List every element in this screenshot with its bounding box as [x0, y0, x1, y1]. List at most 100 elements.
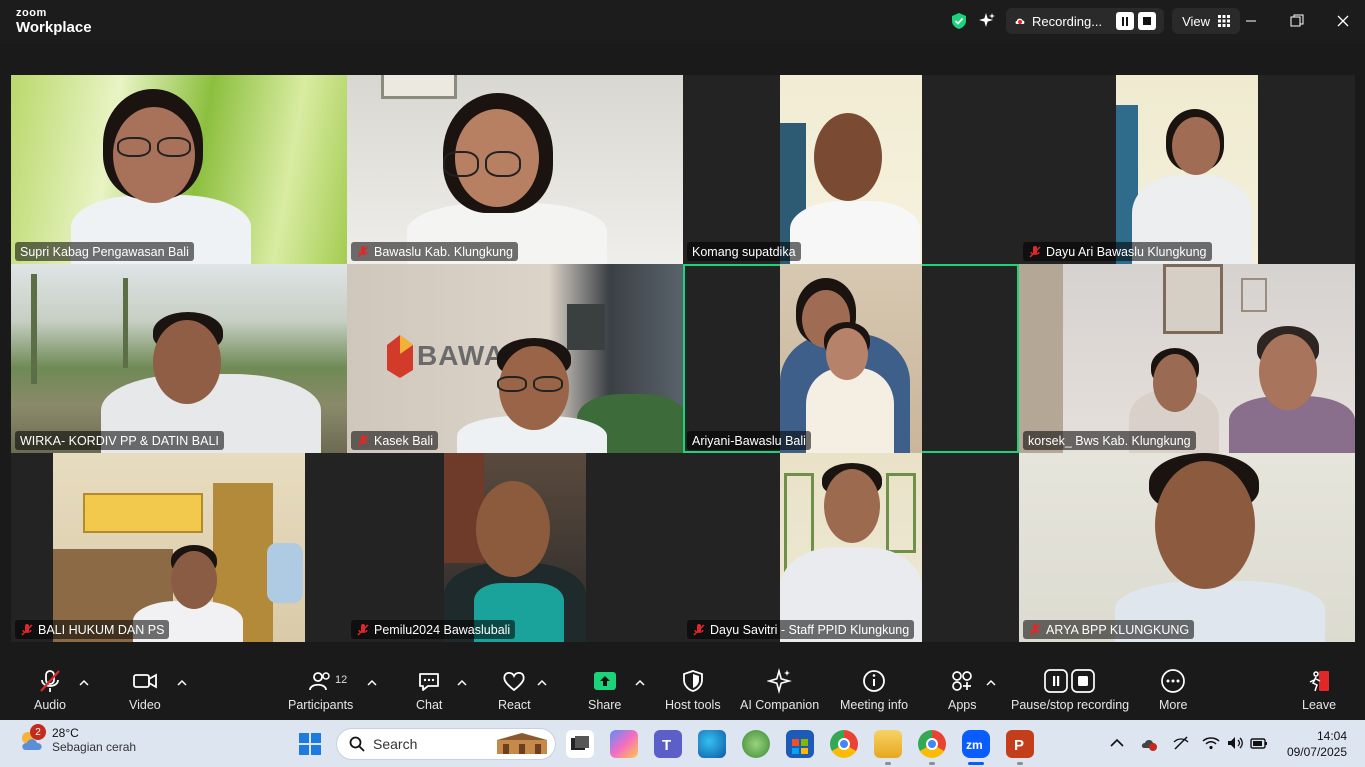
svg-text:zm: zm: [966, 738, 983, 752]
zoom-logo: zoom Workplace: [16, 7, 92, 36]
microsoft-store-icon[interactable]: [786, 730, 814, 758]
participant-image: [1019, 453, 1355, 642]
volume-icon[interactable]: [1226, 734, 1244, 752]
participant-image: [53, 453, 305, 642]
video-tile[interactable]: BAWASLU Kasek Bali: [347, 264, 683, 453]
ai-sparkle-icon[interactable]: [978, 12, 996, 30]
participant-image: [780, 75, 922, 264]
close-button[interactable]: [1331, 10, 1355, 32]
participant-name: WIRKA- KORDIV PP & DATIN BALI: [15, 431, 224, 450]
pause-stop-recording-button[interactable]: Pause/stop recording: [1011, 668, 1129, 712]
participant-image: [780, 453, 922, 642]
participant-name: Kasek Bali: [351, 431, 439, 450]
system-clock[interactable]: 14:04 09/07/2025: [1287, 728, 1347, 760]
participant-name: Komang supatdika: [687, 242, 801, 261]
video-tile[interactable]: Dayu Savitri - Staff PPID Klungkung: [683, 453, 1019, 642]
maximize-button[interactable]: [1285, 10, 1309, 32]
video-tile[interactable]: Pemilu2024 Bawaslubali: [347, 453, 683, 642]
react-button[interactable]: React: [498, 668, 531, 712]
file-explorer-icon[interactable]: [874, 730, 902, 758]
ai-sparkle-icon: [766, 668, 792, 694]
video-button[interactable]: Video: [129, 668, 161, 712]
participant-image: [444, 453, 586, 642]
video-tile[interactable]: Komang supatdika: [683, 75, 1019, 264]
participant-image: [11, 75, 347, 264]
participant-name: Dayu Savitri - Staff PPID Klungkung: [687, 620, 915, 639]
video-tile[interactable]: Supri Kabag Pengawasan Bali: [11, 75, 347, 264]
share-screen-icon: [593, 672, 616, 690]
app-icon[interactable]: [742, 730, 770, 758]
muted-mic-icon: [21, 623, 33, 636]
view-button[interactable]: View: [1172, 8, 1241, 34]
info-icon: [863, 670, 885, 692]
video-tile[interactable]: Bawaslu Kab. Klungkung: [347, 75, 683, 264]
participants-options-caret-icon[interactable]: [367, 678, 377, 688]
onedrive-icon[interactable]: [1140, 734, 1158, 752]
muted-mic-icon: [1029, 245, 1041, 258]
muted-mic-icon: [357, 245, 369, 258]
chevron-up-icon[interactable]: [1108, 734, 1126, 752]
video-tile[interactable]: BALI HUKUM DAN PS: [11, 453, 347, 642]
video-tile[interactable]: WIRKA- KORDIV PP & DATIN BALI: [11, 264, 347, 453]
video-options-caret-icon[interactable]: [177, 678, 187, 688]
host-tools-button[interactable]: Host tools: [665, 668, 721, 712]
leave-button[interactable]: Leave: [1302, 668, 1336, 712]
copilot-icon[interactable]: [610, 730, 638, 758]
share-button[interactable]: Share: [588, 668, 621, 712]
chrome-icon[interactable]: [830, 730, 858, 758]
participant-name: Ariyani-Bawaslu Bali: [687, 431, 811, 450]
apps-options-caret-icon[interactable]: [986, 678, 996, 688]
bawaslu-logo-icon: [387, 335, 413, 378]
audio-options-caret-icon[interactable]: [79, 678, 89, 688]
chrome-profile-icon[interactable]: [918, 730, 946, 758]
participants-icon: [308, 672, 330, 691]
share-options-caret-icon[interactable]: [635, 678, 645, 688]
teams-icon[interactable]: T: [654, 730, 682, 758]
chat-options-caret-icon[interactable]: [457, 678, 467, 688]
meeting-info-button[interactable]: Meeting info: [840, 668, 908, 712]
ai-companion-button[interactable]: AI Companion: [740, 668, 819, 712]
chat-button[interactable]: Chat: [416, 668, 442, 712]
minimize-button[interactable]: [1239, 10, 1263, 32]
audio-button[interactable]: Audio: [34, 668, 66, 712]
windows-taskbar: 2 28°C Sebagian cerah Search T zm P 14:0…: [0, 720, 1365, 767]
participant-name: Bawaslu Kab. Klungkung: [351, 242, 518, 261]
wifi-icon[interactable]: [1202, 734, 1220, 752]
gallery-grid-icon: [1218, 15, 1231, 27]
participant-name: ARYA BPP KLUNGKUNG: [1023, 620, 1195, 639]
apps-button[interactable]: Apps: [948, 668, 977, 712]
participant-image: [1116, 75, 1258, 264]
pause-stop-recording-icon: [1044, 669, 1095, 693]
participant-name: Dayu Ari Bawaslu Klungkung: [1023, 242, 1212, 261]
video-tile[interactable]: ARYA BPP KLUNGKUNG: [1019, 453, 1355, 642]
powerpoint-icon[interactable]: P: [1006, 730, 1034, 758]
participant-image: [1019, 264, 1355, 453]
title-bar: zoom Workplace Recording... View: [0, 0, 1365, 44]
participant-image: BAWASLU: [347, 264, 683, 453]
weather-condition: Sebagian cerah: [52, 740, 137, 755]
heart-icon: [503, 671, 525, 692]
battery-icon[interactable]: [1250, 734, 1268, 752]
react-options-caret-icon[interactable]: [537, 678, 547, 688]
windows-start-icon[interactable]: [299, 733, 321, 755]
title-bar-controls: Recording... View: [950, 8, 1241, 34]
pause-recording-button[interactable]: [1116, 12, 1135, 30]
active-speaker-tile[interactable]: Ariyani-Bawaslu Bali: [683, 264, 1019, 453]
taskbar-search-input[interactable]: Search: [336, 728, 556, 760]
recording-label: Recording...: [1032, 13, 1103, 29]
video-tile[interactable]: korsek_ Bws Kab. Klungkung: [1019, 264, 1355, 453]
temperature: 28°C: [52, 726, 79, 740]
stop-recording-button[interactable]: [1138, 12, 1157, 30]
more-button[interactable]: More: [1159, 668, 1187, 712]
zoom-app-icon[interactable]: zm: [962, 730, 990, 758]
task-view-icon[interactable]: [566, 730, 594, 758]
clock-time: 14:04: [1316, 729, 1347, 743]
edge-icon[interactable]: [698, 730, 726, 758]
muted-mic-icon: [1029, 623, 1041, 636]
network-status-icon[interactable]: [1172, 734, 1190, 752]
video-tile[interactable]: Dayu Ari Bawaslu Klungkung: [1019, 75, 1355, 264]
recording-indicator[interactable]: Recording...: [1006, 8, 1165, 34]
participant-name: Supri Kabag Pengawasan Bali: [15, 242, 194, 261]
weather-widget[interactable]: 2 28°C Sebagian cerah: [18, 724, 137, 755]
shield-check-icon[interactable]: [950, 12, 968, 30]
